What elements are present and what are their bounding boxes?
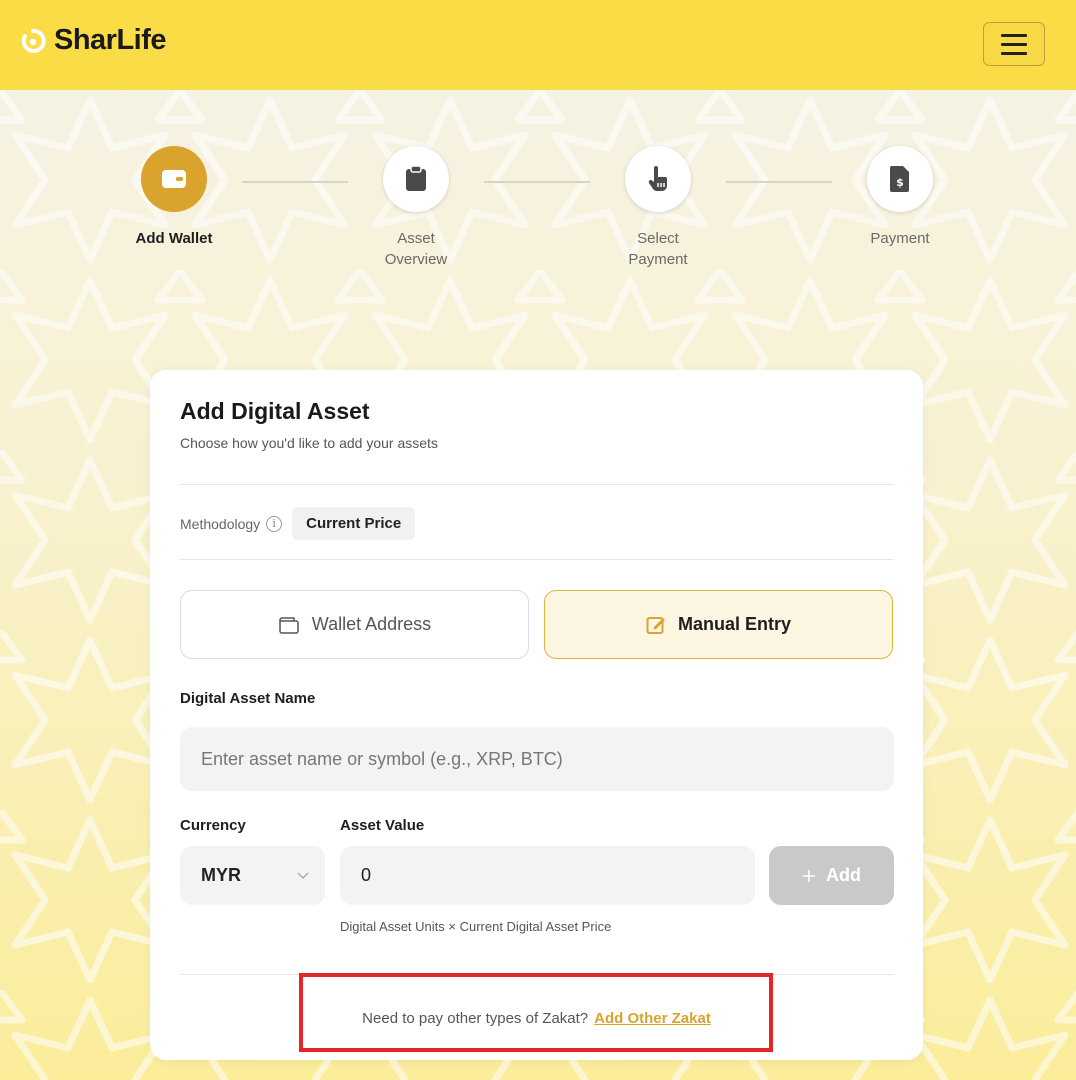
- step-select-payment[interactable]: Select Payment: [578, 146, 738, 270]
- top-header: SharLife: [0, 0, 1076, 90]
- asset-value-label: Asset Value: [340, 817, 425, 834]
- wallet-address-button[interactable]: Wallet Address: [180, 590, 529, 659]
- asset-name-placeholder: Enter asset name or symbol (e.g., XRP, B…: [201, 748, 563, 769]
- currency-select[interactable]: MYR: [180, 846, 325, 905]
- step-connector: [484, 181, 590, 183]
- asset-value-input[interactable]: 0: [340, 846, 755, 905]
- chevron-down-icon: [297, 872, 309, 879]
- step-label: Add Wallet: [135, 230, 213, 247]
- step-payment[interactable]: $ Payment: [820, 146, 980, 249]
- step-connector: [726, 181, 832, 183]
- methodology-row: Methodology i Current Price: [180, 507, 416, 540]
- info-icon[interactable]: i: [266, 515, 283, 532]
- asset-name-label: Digital Asset Name: [180, 690, 316, 707]
- divider: [180, 484, 894, 485]
- pointer-hand-icon: [648, 166, 667, 191]
- manual-entry-label: Manual Entry: [677, 614, 792, 634]
- plus-icon: [803, 869, 815, 882]
- step-asset-overview[interactable]: Asset Overview: [336, 146, 496, 270]
- card-subtitle: Choose how you'd like to add your assets: [180, 435, 438, 451]
- step-label: Select Payment: [628, 230, 688, 268]
- asset-value-hint: Digital Asset Units × Current Digital As…: [340, 919, 612, 934]
- divider: [180, 559, 894, 560]
- currency-label: Currency: [180, 817, 246, 834]
- asset-value-text: 0: [361, 865, 372, 885]
- brand-name: SharLife: [54, 24, 167, 56]
- highlight-box: [299, 973, 773, 1052]
- clipboard-icon: [406, 166, 426, 191]
- step-connector: [242, 181, 348, 183]
- step-label: Asset Overview: [384, 230, 448, 268]
- methodology-chip[interactable]: Current Price: [292, 507, 416, 540]
- add-label: Add: [826, 865, 861, 885]
- manual-entry-button[interactable]: Manual Entry: [544, 590, 893, 659]
- wallet-outline-icon: [279, 616, 299, 634]
- menu-button[interactable]: [983, 22, 1045, 66]
- hamburger-icon: [1001, 33, 1027, 37]
- step-add-wallet[interactable]: Add Wallet: [94, 146, 254, 249]
- methodology-label: Methodology: [180, 515, 261, 532]
- edit-icon: [646, 616, 665, 634]
- svg-text:$: $: [896, 176, 904, 189]
- wallet-address-label: Wallet Address: [311, 614, 432, 634]
- sharlife-logo-icon: [21, 28, 46, 53]
- step-label: Payment: [870, 230, 930, 247]
- currency-value: MYR: [201, 865, 241, 885]
- add-digital-asset-card: Add Digital Asset Choose how you'd like …: [150, 370, 923, 1060]
- add-button[interactable]: Add: [769, 846, 894, 905]
- wallet-icon: [162, 170, 186, 188]
- brand-logo[interactable]: SharLife: [18, 24, 167, 57]
- asset-name-input[interactable]: Enter asset name or symbol (e.g., XRP, B…: [180, 727, 894, 791]
- invoice-dollar-icon: $: [890, 166, 909, 192]
- card-title: Add Digital Asset: [180, 398, 370, 424]
